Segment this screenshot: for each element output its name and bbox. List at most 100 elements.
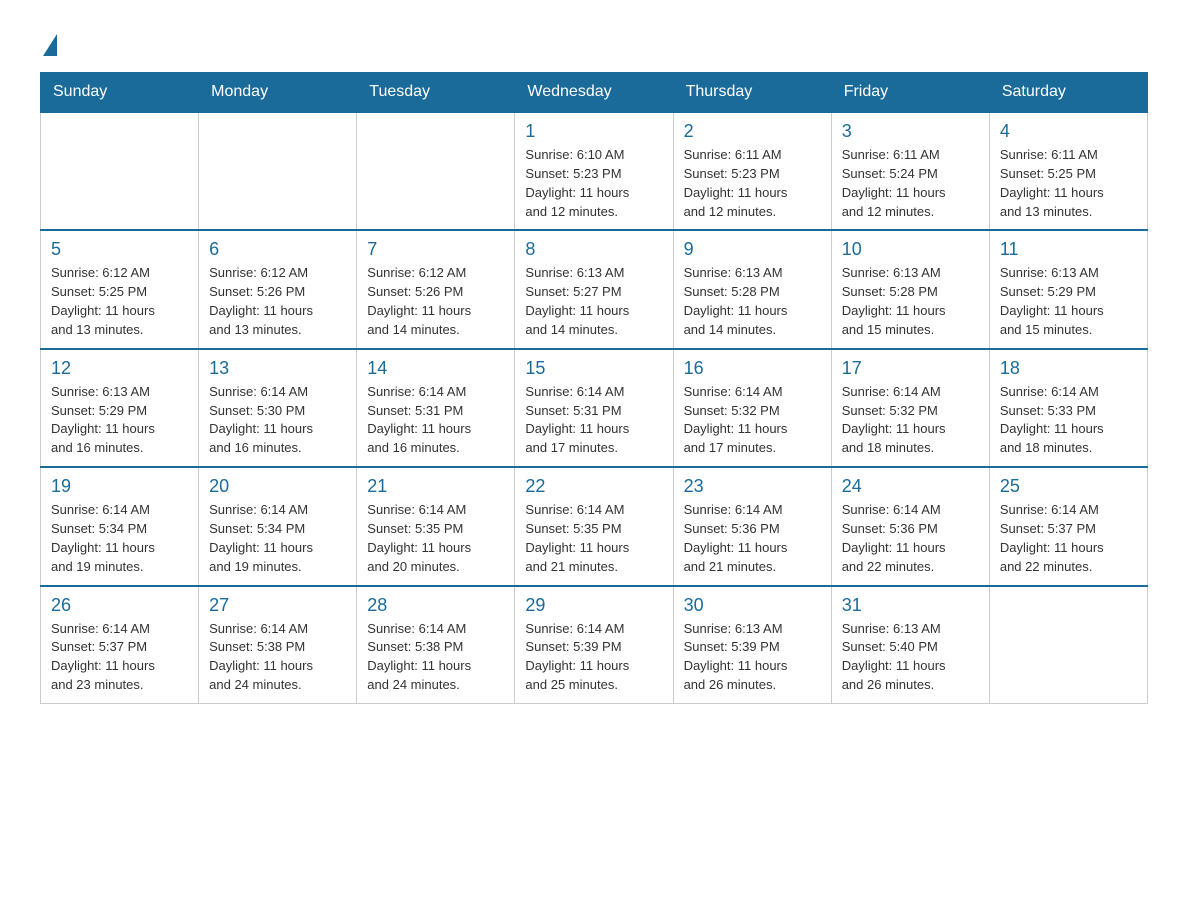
day-number: 25 — [1000, 476, 1137, 497]
day-info: Sunrise: 6:11 AMSunset: 5:23 PMDaylight:… — [684, 146, 821, 221]
day-number: 30 — [684, 595, 821, 616]
page-header — [40, 30, 1148, 52]
calendar-cell: 11 Sunrise: 6:13 AMSunset: 5:29 PMDayligh… — [989, 230, 1147, 348]
calendar-cell: 30 Sunrise: 6:13 AMSunset: 5:39 PMDayligh… — [673, 586, 831, 704]
day-info: Sunrise: 6:13 AMSunset: 5:27 PMDaylight:… — [525, 264, 662, 339]
day-number: 17 — [842, 358, 979, 379]
day-number: 9 — [684, 239, 821, 260]
day-info: Sunrise: 6:14 AMSunset: 5:35 PMDaylight:… — [367, 501, 504, 576]
day-number: 24 — [842, 476, 979, 497]
day-info: Sunrise: 6:14 AMSunset: 5:38 PMDaylight:… — [367, 620, 504, 695]
day-info: Sunrise: 6:14 AMSunset: 5:37 PMDaylight:… — [1000, 501, 1137, 576]
calendar-cell: 20 Sunrise: 6:14 AMSunset: 5:34 PMDayligh… — [199, 467, 357, 585]
week-row-5: 26 Sunrise: 6:14 AMSunset: 5:37 PMDayligh… — [41, 586, 1148, 704]
day-number: 28 — [367, 595, 504, 616]
calendar-cell: 28 Sunrise: 6:14 AMSunset: 5:38 PMDayligh… — [357, 586, 515, 704]
day-info: Sunrise: 6:13 AMSunset: 5:28 PMDaylight:… — [684, 264, 821, 339]
day-number: 1 — [525, 121, 662, 142]
day-number: 16 — [684, 358, 821, 379]
calendar-cell: 19 Sunrise: 6:14 AMSunset: 5:34 PMDayligh… — [41, 467, 199, 585]
calendar-cell: 8 Sunrise: 6:13 AMSunset: 5:27 PMDaylight… — [515, 230, 673, 348]
day-info: Sunrise: 6:10 AMSunset: 5:23 PMDaylight:… — [525, 146, 662, 221]
week-row-2: 5 Sunrise: 6:12 AMSunset: 5:25 PMDaylight… — [41, 230, 1148, 348]
day-number: 3 — [842, 121, 979, 142]
calendar-cell: 10 Sunrise: 6:13 AMSunset: 5:28 PMDayligh… — [831, 230, 989, 348]
day-info: Sunrise: 6:14 AMSunset: 5:36 PMDaylight:… — [842, 501, 979, 576]
day-info: Sunrise: 6:14 AMSunset: 5:33 PMDaylight:… — [1000, 383, 1137, 458]
day-info: Sunrise: 6:12 AMSunset: 5:25 PMDaylight:… — [51, 264, 188, 339]
logo — [40, 30, 57, 52]
day-info: Sunrise: 6:14 AMSunset: 5:32 PMDaylight:… — [684, 383, 821, 458]
day-info: Sunrise: 6:13 AMSunset: 5:29 PMDaylight:… — [51, 383, 188, 458]
calendar-cell: 26 Sunrise: 6:14 AMSunset: 5:37 PMDayligh… — [41, 586, 199, 704]
day-info: Sunrise: 6:12 AMSunset: 5:26 PMDaylight:… — [367, 264, 504, 339]
day-number: 2 — [684, 121, 821, 142]
column-header-sunday: Sunday — [41, 73, 199, 113]
day-number: 13 — [209, 358, 346, 379]
day-number: 11 — [1000, 239, 1137, 260]
calendar-cell: 13 Sunrise: 6:14 AMSunset: 5:30 PMDayligh… — [199, 349, 357, 467]
calendar-cell: 17 Sunrise: 6:14 AMSunset: 5:32 PMDayligh… — [831, 349, 989, 467]
calendar-cell: 1 Sunrise: 6:10 AMSunset: 5:23 PMDaylight… — [515, 112, 673, 230]
column-header-friday: Friday — [831, 73, 989, 113]
calendar-cell: 4Sunrise: 6:11 AMSunset: 5:25 PMDaylight… — [989, 112, 1147, 230]
column-header-wednesday: Wednesday — [515, 73, 673, 113]
calendar-cell: 15 Sunrise: 6:14 AMSunset: 5:31 PMDayligh… — [515, 349, 673, 467]
calendar-cell: 31 Sunrise: 6:13 AMSunset: 5:40 PMDayligh… — [831, 586, 989, 704]
calendar-cell — [357, 112, 515, 230]
day-info: Sunrise: 6:14 AMSunset: 5:32 PMDaylight:… — [842, 383, 979, 458]
week-row-1: 1 Sunrise: 6:10 AMSunset: 5:23 PMDaylight… — [41, 112, 1148, 230]
calendar-cell: 7 Sunrise: 6:12 AMSunset: 5:26 PMDaylight… — [357, 230, 515, 348]
calendar-cell: 6 Sunrise: 6:12 AMSunset: 5:26 PMDaylight… — [199, 230, 357, 348]
day-info: Sunrise: 6:12 AMSunset: 5:26 PMDaylight:… — [209, 264, 346, 339]
week-row-3: 12Sunrise: 6:13 AMSunset: 5:29 PMDayligh… — [41, 349, 1148, 467]
calendar-cell: 22Sunrise: 6:14 AMSunset: 5:35 PMDayligh… — [515, 467, 673, 585]
day-info: Sunrise: 6:14 AMSunset: 5:38 PMDaylight:… — [209, 620, 346, 695]
calendar-cell: 16 Sunrise: 6:14 AMSunset: 5:32 PMDayligh… — [673, 349, 831, 467]
calendar-cell: 29Sunrise: 6:14 AMSunset: 5:39 PMDayligh… — [515, 586, 673, 704]
day-number: 21 — [367, 476, 504, 497]
week-row-4: 19 Sunrise: 6:14 AMSunset: 5:34 PMDayligh… — [41, 467, 1148, 585]
calendar-cell: 14Sunrise: 6:14 AMSunset: 5:31 PMDayligh… — [357, 349, 515, 467]
day-number: 26 — [51, 595, 188, 616]
day-info: Sunrise: 6:14 AMSunset: 5:34 PMDaylight:… — [209, 501, 346, 576]
day-info: Sunrise: 6:11 AMSunset: 5:24 PMDaylight:… — [842, 146, 979, 221]
day-number: 19 — [51, 476, 188, 497]
calendar-cell: 25 Sunrise: 6:14 AMSunset: 5:37 PMDayligh… — [989, 467, 1147, 585]
day-info: Sunrise: 6:14 AMSunset: 5:36 PMDaylight:… — [684, 501, 821, 576]
day-info: Sunrise: 6:14 AMSunset: 5:31 PMDaylight:… — [525, 383, 662, 458]
day-info: Sunrise: 6:14 AMSunset: 5:31 PMDaylight:… — [367, 383, 504, 458]
day-number: 20 — [209, 476, 346, 497]
day-info: Sunrise: 6:13 AMSunset: 5:40 PMDaylight:… — [842, 620, 979, 695]
calendar-cell: 27Sunrise: 6:14 AMSunset: 5:38 PMDayligh… — [199, 586, 357, 704]
day-info: Sunrise: 6:13 AMSunset: 5:28 PMDaylight:… — [842, 264, 979, 339]
calendar-table: SundayMondayTuesdayWednesdayThursdayFrid… — [40, 72, 1148, 704]
day-info: Sunrise: 6:14 AMSunset: 5:34 PMDaylight:… — [51, 501, 188, 576]
day-number: 8 — [525, 239, 662, 260]
day-info: Sunrise: 6:13 AMSunset: 5:39 PMDaylight:… — [684, 620, 821, 695]
calendar-cell: 12Sunrise: 6:13 AMSunset: 5:29 PMDayligh… — [41, 349, 199, 467]
calendar-cell: 2 Sunrise: 6:11 AMSunset: 5:23 PMDaylight… — [673, 112, 831, 230]
calendar-cell — [199, 112, 357, 230]
column-header-saturday: Saturday — [989, 73, 1147, 113]
calendar-cell — [989, 586, 1147, 704]
day-number: 31 — [842, 595, 979, 616]
day-info: Sunrise: 6:14 AMSunset: 5:30 PMDaylight:… — [209, 383, 346, 458]
day-number: 15 — [525, 358, 662, 379]
day-info: Sunrise: 6:11 AMSunset: 5:25 PMDaylight:… — [1000, 146, 1137, 221]
calendar-cell: 18Sunrise: 6:14 AMSunset: 5:33 PMDayligh… — [989, 349, 1147, 467]
calendar-header-row: SundayMondayTuesdayWednesdayThursdayFrid… — [41, 73, 1148, 113]
column-header-tuesday: Tuesday — [357, 73, 515, 113]
day-info: Sunrise: 6:13 AMSunset: 5:29 PMDaylight:… — [1000, 264, 1137, 339]
logo-triangle-icon — [43, 34, 57, 56]
day-number: 7 — [367, 239, 504, 260]
calendar-cell: 24 Sunrise: 6:14 AMSunset: 5:36 PMDayligh… — [831, 467, 989, 585]
column-header-thursday: Thursday — [673, 73, 831, 113]
calendar-cell: 5 Sunrise: 6:12 AMSunset: 5:25 PMDaylight… — [41, 230, 199, 348]
day-info: Sunrise: 6:14 AMSunset: 5:35 PMDaylight:… — [525, 501, 662, 576]
calendar-cell — [41, 112, 199, 230]
day-number: 6 — [209, 239, 346, 260]
day-number: 5 — [51, 239, 188, 260]
day-info: Sunrise: 6:14 AMSunset: 5:37 PMDaylight:… — [51, 620, 188, 695]
day-number: 10 — [842, 239, 979, 260]
